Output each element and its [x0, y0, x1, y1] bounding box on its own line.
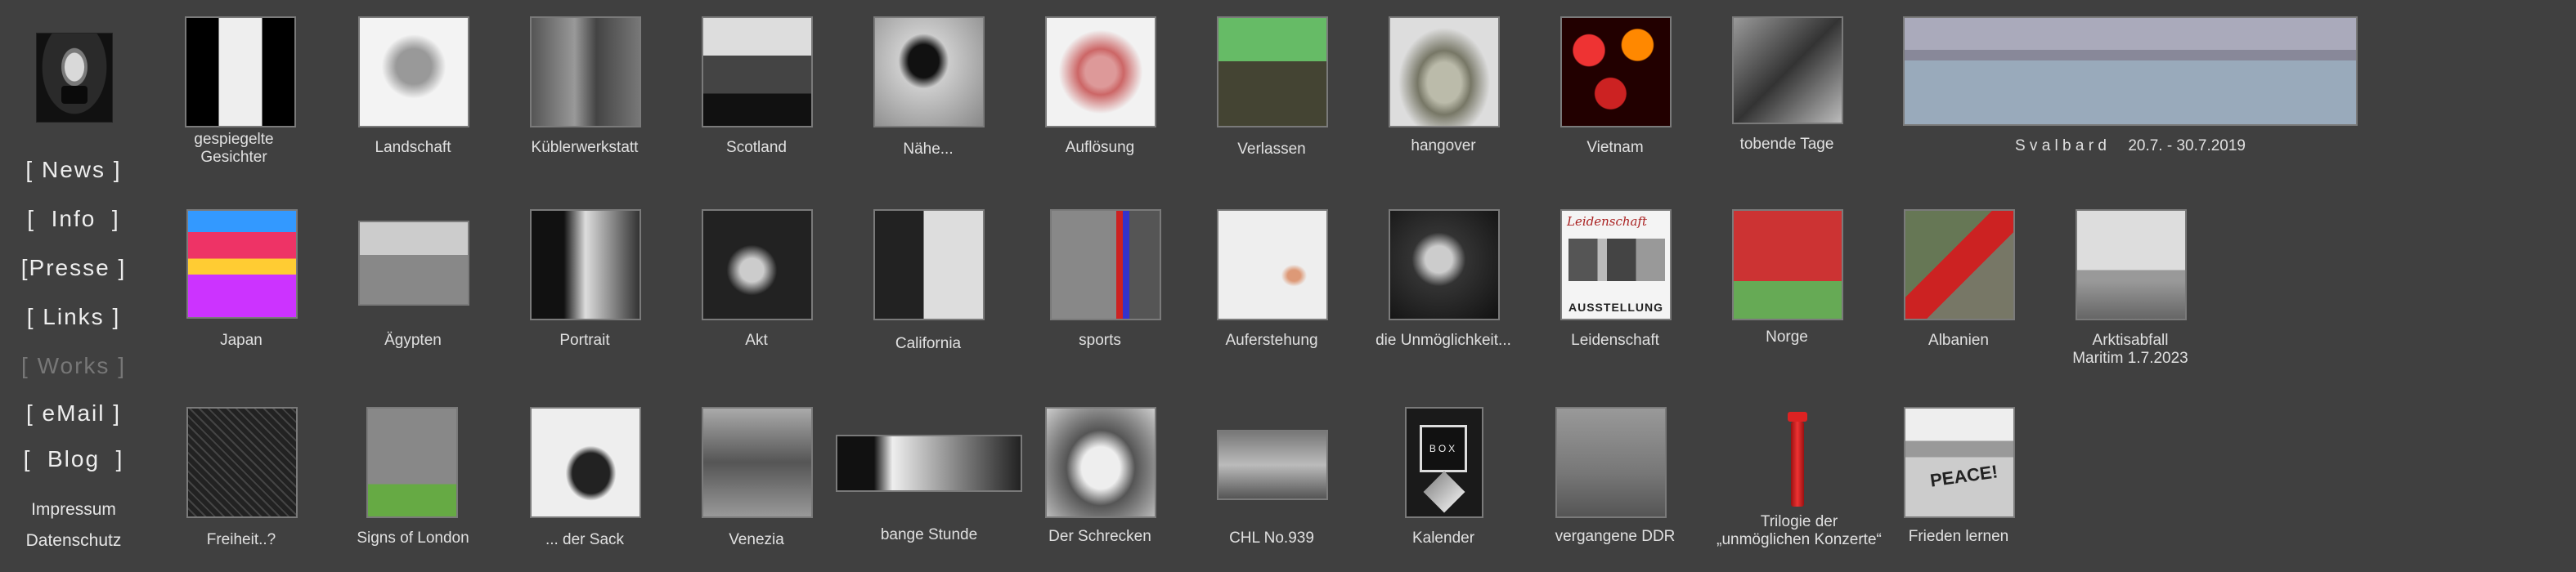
caption: sports — [1079, 332, 1121, 349]
caption: Auferstehung — [1225, 332, 1318, 349]
thumbnail[interactable] — [1045, 16, 1156, 127]
caption: Leidenschaft — [1571, 332, 1659, 349]
thumb-title: Leidenschaft — [1567, 214, 1648, 229]
sidebar: [ News ] [ Info ] [Presse ] [ Links ] [ … — [0, 0, 147, 572]
caption: Auflösung — [1065, 139, 1135, 156]
thumbnail[interactable] — [1903, 16, 2358, 126]
nav-info[interactable]: [ Info ] — [0, 206, 147, 232]
thumbnail[interactable] — [1389, 209, 1500, 320]
impressum-link[interactable]: Impressum — [0, 500, 147, 520]
box-label: BOX — [1420, 425, 1467, 472]
thumbnail[interactable] — [530, 209, 641, 320]
caption: Scotland — [726, 139, 787, 156]
thumbnail[interactable] — [1560, 16, 1672, 127]
caption: Freiheit..? — [206, 531, 276, 548]
caption: ... der Sack — [545, 531, 625, 548]
avatar[interactable] — [36, 33, 113, 123]
thumbnail[interactable] — [1555, 407, 1667, 518]
thumbnail[interactable] — [1732, 16, 1843, 124]
thumbnail[interactable] — [530, 407, 641, 518]
thumbnail[interactable] — [1389, 16, 1500, 127]
thumbnail[interactable] — [1773, 409, 1822, 510]
caption: tobende Tage — [1739, 136, 1834, 153]
nav-presse[interactable]: [Presse ] — [0, 255, 147, 281]
thumbnail[interactable] — [702, 209, 813, 320]
thumbnail[interactable] — [1217, 430, 1328, 500]
caption: Landschaft — [375, 139, 451, 156]
caption: Signs of London — [357, 530, 469, 547]
caption: Japan — [220, 332, 263, 349]
caption: Kalender — [1411, 530, 1475, 547]
thumbnail[interactable] — [186, 209, 298, 319]
caption: die Unmöglichkeit... — [1376, 332, 1511, 349]
thumbnail[interactable] — [186, 407, 298, 518]
thumbnail[interactable] — [1217, 209, 1328, 320]
caption: hangover — [1411, 137, 1476, 154]
thumbnail[interactable] — [366, 407, 458, 518]
thumbnail[interactable] — [873, 16, 985, 127]
caption: Norge — [1766, 328, 1808, 346]
caption: Verlassen — [1237, 141, 1306, 158]
thumbnail[interactable] — [1217, 16, 1328, 127]
thumbnail[interactable] — [185, 16, 296, 127]
nav-email[interactable]: [ eMail ] — [0, 400, 147, 427]
thumbnail[interactable] — [873, 209, 985, 320]
caption: Der Schrecken — [1048, 528, 1151, 545]
thumbnail[interactable] — [358, 16, 469, 127]
caption: Ägypten — [384, 332, 442, 349]
thumbnail[interactable] — [530, 16, 641, 127]
thumbnail[interactable]: PEACE! — [1904, 407, 2015, 518]
caption: Trilogie der „unmöglichen Konzerte“ — [1717, 513, 1882, 548]
caption: S v a l b a r d 20.7. - 30.7.2019 — [2014, 137, 2246, 154]
caption: CHL No.939 — [1229, 530, 1314, 547]
caption: Akt — [745, 332, 768, 349]
caption: Venezia — [729, 531, 784, 548]
nav-works-active[interactable]: [ Works ] — [0, 353, 147, 379]
caption: California — [895, 335, 962, 352]
thumbnail[interactable] — [1050, 209, 1161, 320]
caption: Albanien — [1928, 332, 1989, 349]
peace-graffiti: PEACE! — [1928, 461, 1999, 491]
nav-links[interactable]: [ Links ] — [0, 304, 147, 330]
thumbnail[interactable] — [1732, 209, 1843, 320]
caption: Nähe... — [903, 141, 954, 158]
caption: Portrait — [559, 332, 610, 349]
thumbnail[interactable] — [836, 435, 1022, 492]
caption: gespiegelte Gesichter — [194, 131, 274, 166]
caption: vergangene DDR — [1555, 528, 1676, 545]
caption: Küblerwerkstatt — [531, 139, 639, 156]
thumbnail[interactable] — [1904, 209, 2015, 320]
thumbnail[interactable] — [702, 16, 813, 127]
thumbnail[interactable] — [702, 407, 813, 518]
nav-blog[interactable]: [ Blog ] — [0, 446, 147, 472]
thumbnail[interactable]: Leidenschaft AUSSTELLUNG — [1560, 209, 1672, 320]
thumbnail[interactable] — [358, 221, 469, 306]
caption: Vietnam — [1586, 139, 1644, 156]
caption: bange Stunde — [880, 526, 978, 543]
datenschutz-link[interactable]: Datenschutz — [0, 531, 147, 551]
thumb-banner: AUSSTELLUNG — [1568, 301, 1663, 314]
thumbnail[interactable] — [2076, 209, 2187, 320]
caption: Frieden lernen — [1908, 528, 2009, 545]
caption: Arktisabfall Maritim 1.7.2023 — [2072, 332, 2188, 367]
thumbnail[interactable]: BOX — [1405, 407, 1483, 518]
nav-news[interactable]: [ News ] — [0, 157, 147, 183]
thumbnail[interactable] — [1045, 407, 1156, 518]
